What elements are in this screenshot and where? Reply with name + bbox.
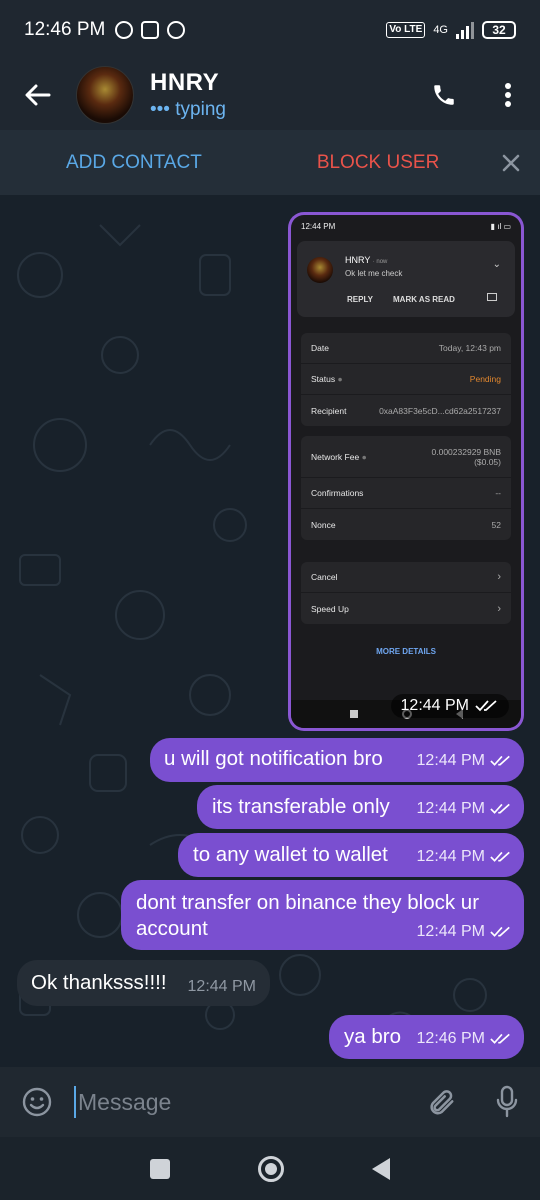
notification-avatar	[307, 257, 333, 283]
app-notification-icon	[141, 21, 160, 39]
microphone-icon	[496, 1085, 518, 1118]
alarm-icon	[115, 21, 134, 39]
double-check-icon	[490, 1033, 510, 1044]
avatar[interactable]	[76, 66, 134, 124]
screenshot-status-bar: 12:44 PM ▮ ıl ▭	[301, 221, 511, 231]
tx-actions-card: Cancel › Speed Up ›	[301, 562, 511, 624]
smiley-icon	[22, 1087, 52, 1117]
back-button[interactable]	[0, 60, 76, 130]
detail-row: Recipient 0xaA83F3e5cD...cd62a2517237	[311, 405, 501, 416]
more-options-button[interactable]	[476, 60, 540, 130]
transaction-details-card: Date Today, 12:43 pm Status ● Pending Reci…	[301, 333, 511, 426]
signal-icon	[456, 21, 474, 39]
paperclip-icon	[430, 1090, 454, 1115]
chat-title-block[interactable]: HNRY ••• typing	[150, 69, 226, 121]
detail-row: Nonce 52	[311, 519, 501, 530]
chevron-right-icon: ›	[497, 602, 501, 615]
network-type: 4G	[433, 24, 448, 36]
double-check-icon	[490, 851, 510, 862]
typing-dots-icon: •••	[150, 99, 170, 120]
emoji-button[interactable]	[0, 1067, 74, 1137]
more-details-label: MORE DETAILS	[376, 647, 436, 656]
attach-button[interactable]	[408, 1067, 474, 1137]
close-action-bar-button[interactable]	[482, 130, 540, 195]
chat-header: HNRY ••• typing	[0, 60, 540, 130]
message-bubble-outgoing[interactable]: ya bro 12:46 PM	[329, 1015, 524, 1059]
image-message-bubble[interactable]: 12:44 PM ▮ ıl ▭ HNRY · now Ok let me che…	[288, 212, 524, 731]
info-icon: ●	[361, 451, 367, 462]
info-icon: ●	[337, 374, 343, 384]
detail-row: Confirmations --	[301, 478, 511, 509]
voice-record-button[interactable]	[474, 1067, 540, 1137]
message-bubble-outgoing[interactable]: dont transfer on binance they block ur a…	[121, 880, 524, 950]
message-composer	[0, 1067, 540, 1137]
double-check-icon	[490, 803, 510, 814]
block-user-button[interactable]: BLOCK USER	[317, 152, 439, 174]
screenshot-status-icons: ▮ ıl ▭	[490, 221, 511, 231]
typing-status: ••• typing	[150, 99, 226, 120]
detail-row: Status ● Pending	[301, 364, 511, 395]
chat-title: HNRY	[150, 69, 220, 96]
status-time: 12:46 PM	[24, 19, 106, 40]
add-contact-button[interactable]: ADD CONTACT	[66, 152, 202, 174]
chevron-down-icon: ⌄	[492, 259, 501, 270]
screenshot-image[interactable]: 12:44 PM ▮ ıl ▭ HNRY · now Ok let me che…	[291, 215, 521, 728]
contact-action-bar: ADD CONTACT BLOCK USER	[0, 130, 540, 195]
message-bubble-outgoing[interactable]: its transferable only 12:44 PM	[197, 785, 524, 829]
home-button[interactable]	[258, 1155, 284, 1182]
battery-icon: 32	[482, 21, 516, 39]
double-check-icon	[490, 755, 510, 766]
volte-icon: Vo LTE	[386, 22, 426, 38]
message-bubble-outgoing[interactable]: to any wallet to wallet 12:44 PM	[178, 833, 524, 877]
double-check-icon	[475, 700, 497, 712]
message-input[interactable]	[74, 1086, 408, 1118]
system-nav-bar	[0, 1137, 540, 1200]
message-bubble-incoming[interactable]: Ok thanksss!!!! 12:44 PM	[17, 960, 270, 1006]
fee-card: Network Fee ● 0.000232929 BNB ($0.05) Con…	[301, 436, 511, 540]
detail-row: Date Today, 12:43 pm	[301, 333, 511, 364]
chevron-right-icon: ›	[497, 571, 501, 583]
messenger-icon	[167, 21, 186, 39]
recents-button[interactable]	[150, 1158, 170, 1179]
phone-icon	[434, 85, 454, 105]
detail-row: Cancel ›	[301, 562, 511, 593]
close-icon	[502, 154, 520, 171]
system-back-button[interactable]	[372, 1157, 390, 1180]
detail-row: Network Fee ● 0.000232929 BNB ($0.05)	[301, 436, 511, 478]
screenshot-notification: HNRY · now Ok let me check ⌄ REPLY MARK …	[297, 241, 515, 317]
image-timestamp: 12:44 PM	[390, 694, 509, 718]
chat-area[interactable]: 12:44 PM ▮ ıl ▭ HNRY · now Ok let me che…	[0, 195, 540, 1067]
double-check-icon	[490, 926, 510, 937]
reply-box-icon	[487, 293, 497, 301]
status-bar: 12:46 PM Vo LTE 4G 32	[0, 0, 540, 60]
arrow-left-icon	[25, 84, 51, 106]
more-vertical-icon	[505, 83, 511, 107]
detail-row: Speed Up ›	[311, 602, 501, 615]
message-bubble-outgoing[interactable]: u will got notification bro 12:44 PM	[150, 738, 524, 782]
call-button[interactable]	[412, 60, 476, 130]
